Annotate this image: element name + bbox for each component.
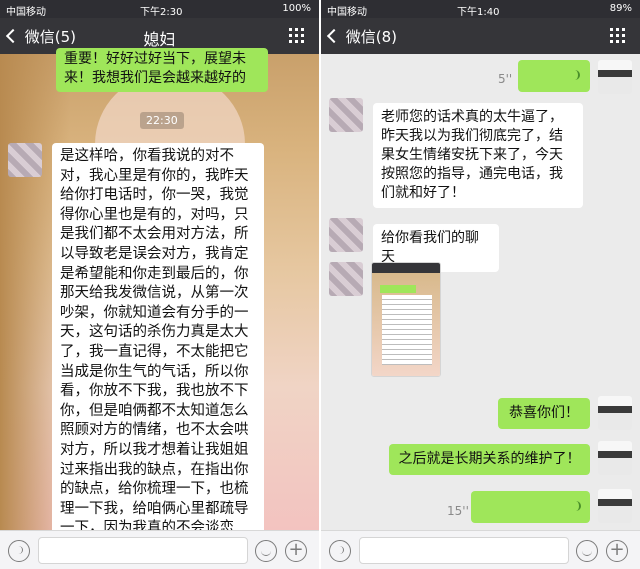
message-bubble-sent[interactable]: 之后就是长期关系的维护了！ [389,444,590,475]
chat-title: 媳妇 [143,30,176,49]
clock: 下午2:30 [140,7,183,18]
voice-icon[interactable] [329,540,351,562]
back-label: 微信(8) [345,28,398,46]
battery: 89% [609,3,632,14]
right-chat-screen: 中国移动 下午1:40 89% 微信(8) 5'' 老师您的话术真的太牛逼了，昨… [321,0,640,569]
message-input[interactable] [38,537,248,564]
voice-wave-icon [570,70,580,80]
avatar-self[interactable] [598,60,632,94]
timestamp: 22:30 [140,112,184,129]
image-message-thumbnail[interactable] [371,262,441,377]
status-bar: 中国移动 下午2:30 100% [0,0,319,18]
voice-duration: 5'' [498,72,513,86]
status-bar: 中国移动 下午1:40 89% [321,0,640,18]
voice-duration: 15'' [447,504,469,518]
message-bubble-received[interactable]: 是这样哈，你看我说的对不对，我心里是有你的，我昨天给你打电话时，你一哭，我觉得你… [52,143,264,569]
avatar-self[interactable] [598,441,632,475]
screenshot-composite: 中国移动 下午2:30 100% 微信(5) 媳妇 重要！好好过好当下，展望未来… [0,0,640,569]
voice-message-bubble[interactable] [471,491,590,523]
plus-icon[interactable]: + [285,540,307,562]
voice-wave-icon [571,501,581,511]
message-bubble-received[interactable]: 老师您的话术真的太牛逼了，昨天我以为我们彻底完了，结果女生情绪安抚下来了，今天按… [373,103,583,208]
grid-more-icon[interactable] [610,28,628,44]
emoji-icon[interactable] [576,540,598,562]
message-bubble-sent[interactable]: 重要！好好过好当下，展望未来！我想我们是会越来越好的 [56,48,268,92]
avatar-self[interactable] [598,489,632,523]
left-chat-screen: 中国移动 下午2:30 100% 微信(5) 媳妇 重要！好好过好当下，展望未来… [0,0,319,569]
chevron-left-icon [326,28,342,44]
avatar[interactable] [8,143,42,177]
grid-more-icon[interactable] [289,28,307,44]
avatar-self[interactable] [598,396,632,430]
voice-icon[interactable] [8,540,30,562]
carrier: 中国移动 [6,7,46,18]
back-button[interactable]: 微信(8) [326,26,398,47]
message-input[interactable] [359,537,569,564]
voice-message-bubble[interactable] [518,60,590,92]
input-bar: + [0,530,319,569]
nav-bar: 微信(8) [321,18,640,54]
avatar[interactable] [329,262,363,296]
avatar[interactable] [329,218,363,252]
input-bar: + [321,530,640,569]
plus-icon[interactable]: + [606,540,628,562]
carrier: 中国移动 [327,7,367,18]
message-bubble-sent[interactable]: 恭喜你们！ [498,398,590,429]
clock: 下午1:40 [457,7,500,18]
avatar[interactable] [329,98,363,132]
emoji-icon[interactable] [255,540,277,562]
battery: 100% [282,3,311,14]
